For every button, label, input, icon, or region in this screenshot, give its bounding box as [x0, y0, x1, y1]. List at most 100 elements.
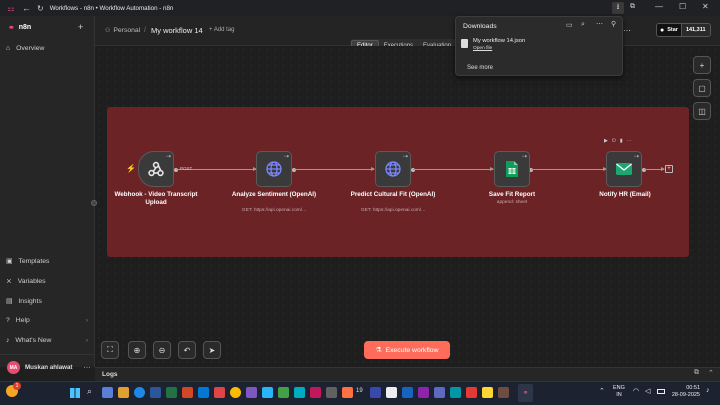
workflow-node-save-fit-report[interactable]: ⇢ — [494, 151, 530, 187]
user-menu[interactable]: MA Muskan ahlawat ⋯ — [7, 361, 90, 374]
app-icon[interactable] — [294, 387, 305, 398]
reload-icon[interactable]: ↻ — [37, 4, 44, 13]
add-node-button[interactable]: + — [693, 56, 711, 74]
workflow-node-webhook[interactable]: ⇢ — [138, 151, 174, 187]
sidebar-item-variables[interactable]: ⨯ Variables — [6, 277, 88, 286]
flask-icon: ⚗ — [375, 347, 382, 354]
node-title: Analyze Sentiment (OpenAI) — [231, 191, 317, 198]
app-icon[interactable] — [246, 387, 257, 398]
add-icon[interactable]: + — [78, 22, 83, 32]
execute-workflow-button[interactable]: ⚗ Execute workflow — [364, 341, 450, 359]
more-options-icon[interactable]: ⋯ — [623, 26, 631, 35]
zoom-to-fit-button[interactable]: ⛶ — [101, 341, 119, 359]
search-icon[interactable]: ⌕ — [581, 21, 585, 29]
toggle-panel-button[interactable]: ◫ — [693, 102, 711, 120]
app-icon[interactable] — [310, 387, 321, 398]
app-icon[interactable] — [342, 387, 353, 398]
back-arrow-icon[interactable]: ← — [22, 3, 31, 13]
workflow-node-notify-hr[interactable]: ⇢ — [606, 151, 642, 187]
n8n-taskbar-icon[interactable]: ⚭ — [518, 384, 533, 402]
github-star-button[interactable]: ● Star 141,311 — [656, 23, 711, 37]
popout-icon[interactable]: ⧉ — [694, 369, 699, 377]
app-icon[interactable] — [262, 387, 273, 398]
minimize-icon[interactable]: — — [655, 2, 663, 11]
sidebar-collapse-handle[interactable] — [91, 200, 97, 206]
app-icon[interactable] — [450, 387, 461, 398]
chevron-up-icon[interactable]: ⌃ — [708, 369, 714, 377]
globe-icon — [385, 161, 401, 177]
tab-search-icon[interactable]: ⧉ — [630, 3, 635, 11]
download-icon[interactable]: ⭳ — [612, 2, 624, 14]
sidebar-item-insights[interactable]: ▤ Insights — [6, 297, 88, 306]
app-icon[interactable] — [214, 387, 225, 398]
notifications-icon[interactable]: ♪ — [706, 387, 710, 394]
edge-icon[interactable] — [134, 387, 145, 398]
browser-menu-icon[interactable]: ⚏ — [6, 3, 16, 13]
workflow-node-predict-cultural-fit[interactable]: ⇢ — [375, 151, 411, 187]
sticky-note-button[interactable]: ▢ — [693, 79, 711, 97]
sidebar-item-whats-new[interactable]: ♪ What's New › — [6, 337, 88, 344]
sidebar-item-help[interactable]: ? Help › — [6, 317, 88, 324]
arrow-icon: ⇢ — [521, 154, 527, 160]
connection-line — [531, 167, 607, 171]
search-icon[interactable]: ⌕ — [87, 386, 92, 397]
app-icon[interactable] — [498, 387, 509, 398]
more-icon[interactable]: ⋯ — [83, 364, 90, 372]
taskview-icon[interactable] — [102, 387, 113, 398]
zoom-in-button[interactable]: ⊕ — [128, 341, 146, 359]
n8n-logo[interactable]: ⚭ n8n — [8, 23, 31, 32]
sidebar: ⚭ n8n + ⌂ Overview ▣ Templates ⨯ Variabl… — [0, 16, 95, 374]
language-indicator[interactable]: ENG IN — [613, 385, 625, 399]
more-icon[interactable]: ⋯ — [627, 138, 632, 144]
execute-label: Execute workflow — [385, 346, 439, 354]
windows-start-icon[interactable] — [70, 388, 80, 398]
clock[interactable]: 00:51 28-09-2025 — [668, 385, 700, 399]
tidy-up-button[interactable]: ➤ — [203, 341, 221, 359]
app-icon[interactable] — [370, 387, 381, 398]
app-icon[interactable] — [386, 387, 397, 398]
download-item[interactable]: My workflow 14.json Open file — [461, 38, 525, 51]
more-icon[interactable]: ⋯ — [596, 20, 603, 28]
sidebar-item-templates[interactable]: ▣ Templates — [6, 257, 88, 266]
maximize-icon[interactable]: ☐ — [679, 2, 686, 11]
undo-button[interactable]: ↶ — [178, 341, 196, 359]
add-next-node-button[interactable]: + — [665, 165, 673, 173]
app-icon[interactable] — [166, 387, 177, 398]
connection-line — [413, 167, 494, 171]
app-icon[interactable] — [434, 387, 445, 398]
app-icon[interactable] — [466, 387, 477, 398]
chevron-right-icon: › — [86, 337, 88, 344]
play-icon[interactable]: ▶ — [604, 138, 608, 144]
app-icon[interactable] — [482, 387, 493, 398]
divider — [0, 354, 95, 355]
zoom-out-button[interactable]: ⊖ — [153, 341, 171, 359]
app-icon[interactable] — [326, 387, 337, 398]
wifi-icon[interactable]: ◠ — [633, 387, 639, 395]
trash-icon[interactable]: ▮ — [620, 138, 623, 144]
workflow-name[interactable]: My workflow 14 — [151, 26, 203, 35]
power-icon[interactable]: ⏻ — [612, 138, 616, 144]
sidebar-item-label: Overview — [16, 45, 45, 52]
chevron-up-icon[interactable]: ⌃ — [599, 387, 605, 395]
workflow-node-analyze-sentiment[interactable]: ⇢ — [256, 151, 292, 187]
volume-icon[interactable]: ◁ — [645, 387, 650, 395]
app-icon[interactable] — [402, 387, 413, 398]
app-icon[interactable] — [150, 387, 161, 398]
logs-bar[interactable]: Logs ⧉ ⌃ — [95, 367, 720, 381]
app-icon[interactable] — [418, 387, 429, 398]
see-more-link[interactable]: See more — [467, 65, 493, 71]
file-explorer-icon[interactable] — [118, 387, 129, 398]
app-icon[interactable] — [198, 387, 209, 398]
app-icon[interactable] — [278, 387, 289, 398]
open-file-link[interactable]: Open file — [473, 46, 525, 51]
folder-icon[interactable]: ▭ — [566, 21, 573, 29]
add-tag-link[interactable]: + Add tag — [209, 27, 235, 33]
pin-icon[interactable]: ⚲ — [611, 20, 616, 28]
breadcrumb[interactable]: ⚇ Personal — [105, 27, 140, 34]
calendar-badge[interactable]: 19 — [356, 388, 363, 394]
chrome-icon[interactable] — [230, 387, 241, 398]
app-icon[interactable] — [182, 387, 193, 398]
close-icon[interactable]: ✕ — [702, 2, 709, 11]
battery-icon[interactable] — [657, 389, 665, 394]
sidebar-item-overview[interactable]: ⌂ Overview — [6, 45, 88, 52]
